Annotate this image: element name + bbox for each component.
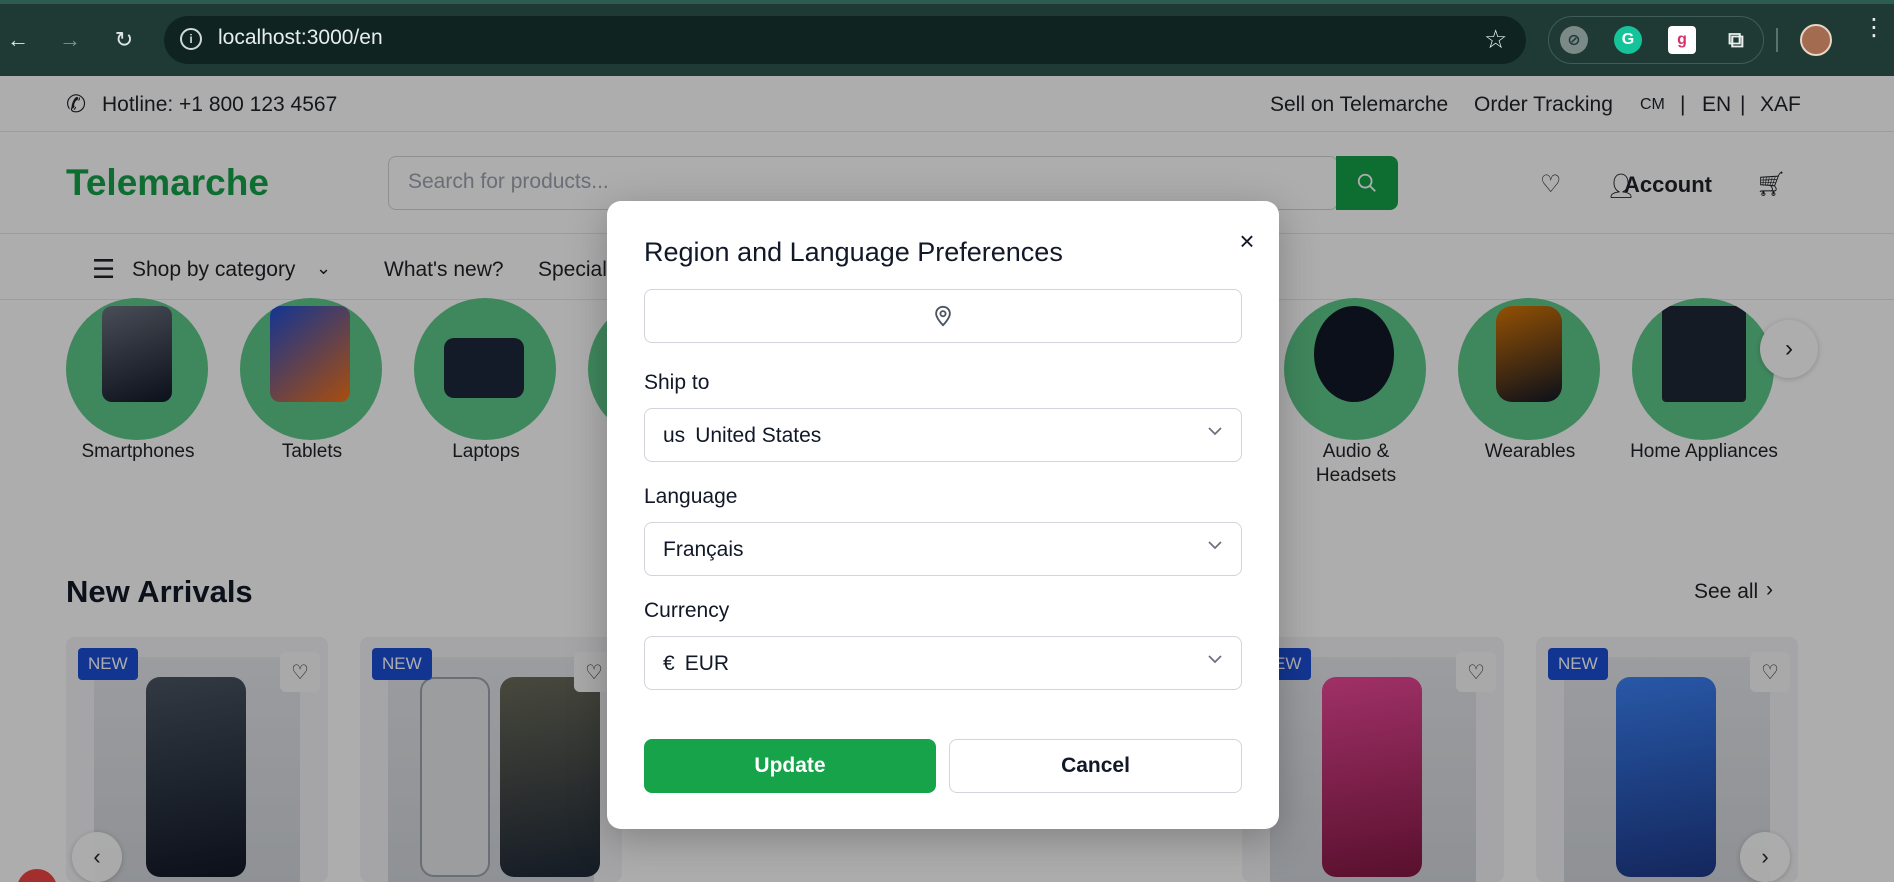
address-bar-url[interactable]: localhost:3000/en xyxy=(218,26,383,50)
chevron-down-icon xyxy=(1208,427,1222,436)
chevron-down-icon xyxy=(1208,541,1222,550)
browser-toolbar: ← → ↻ i localhost:3000/en ☆ ⊘ G g ⧉ ⋮ xyxy=(0,0,1894,76)
language-select[interactable]: Français xyxy=(644,522,1242,576)
currency-select[interactable]: € EUR xyxy=(644,636,1242,690)
location-pin-icon xyxy=(935,305,951,327)
country-code-prefix: us xyxy=(663,424,686,447)
back-arrow-icon[interactable]: ← xyxy=(2,24,34,56)
currency-symbol: € xyxy=(663,652,675,675)
modal-title: Region and Language Preferences xyxy=(644,237,1063,267)
language-label: Language xyxy=(644,485,738,508)
forward-arrow-icon[interactable]: → xyxy=(54,24,86,56)
ship-to-label: Ship to xyxy=(644,371,710,394)
browser-tab-strip xyxy=(0,0,1894,4)
grammarly-icon[interactable]: G xyxy=(1614,26,1642,54)
more-menu-icon[interactable]: ⋮ xyxy=(1862,16,1886,40)
site-info-icon[interactable]: i xyxy=(180,28,202,50)
chevron-down-icon xyxy=(1208,655,1222,664)
close-icon[interactable]: × xyxy=(1227,221,1267,261)
extension-g-icon[interactable]: g xyxy=(1668,26,1696,54)
toolbar-divider xyxy=(1776,28,1778,52)
cancel-button[interactable]: Cancel xyxy=(949,739,1242,793)
bookmark-star-icon[interactable]: ☆ xyxy=(1484,24,1507,55)
language-value: Français xyxy=(663,538,744,561)
detect-location-button[interactable] xyxy=(644,289,1242,343)
ship-to-value: United States xyxy=(695,424,822,447)
ship-to-select[interactable]: us United States xyxy=(644,408,1242,462)
puzzle-icon[interactable]: ⧉ xyxy=(1722,26,1750,54)
preferences-modal: Region and Language Preferences × Ship t… xyxy=(607,201,1279,829)
currency-value: EUR xyxy=(684,652,730,675)
update-button[interactable]: Update xyxy=(644,739,936,793)
reload-icon[interactable]: ↻ xyxy=(108,24,140,56)
extension-icon[interactable]: ⊘ xyxy=(1560,26,1588,54)
profile-avatar[interactable] xyxy=(1800,24,1832,56)
currency-label: Currency xyxy=(644,599,730,622)
